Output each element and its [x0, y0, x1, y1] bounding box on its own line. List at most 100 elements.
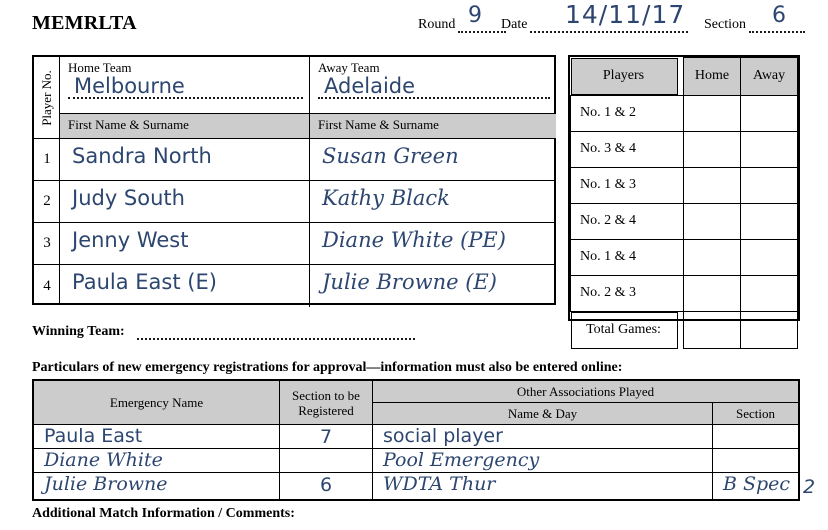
home-column-header: Home	[682, 57, 742, 96]
home-player-name[interactable]: Paula East (E)	[72, 270, 217, 294]
table-row: No. 1 & 3	[570, 166, 798, 204]
player-number-column: Player No. 1 2 3 4	[34, 57, 60, 303]
home-player-name[interactable]: Jenny West	[72, 228, 188, 252]
away-score-cell[interactable]	[740, 202, 798, 240]
player-no-label-text: Player No.	[39, 69, 55, 126]
away-score-cell[interactable]	[740, 130, 798, 168]
name-and-day-value[interactable]: WDTA Thur	[383, 473, 495, 495]
player-number-cell: 4	[43, 277, 51, 294]
table-row: No. 2 & 3	[570, 274, 798, 312]
other-associations-column-header: Other Associations Played	[373, 381, 798, 403]
away-score-cell[interactable]	[740, 94, 798, 132]
table-row: No. 1 & 2	[570, 94, 798, 132]
section-reg-value[interactable]: 6	[280, 474, 372, 496]
away-player-name[interactable]: Susan Green	[322, 144, 459, 168]
table-row: No. 1 & 4	[570, 238, 798, 276]
name-and-day-column-header: Name & Day	[373, 403, 713, 425]
away-player-name[interactable]: Julie Browne (E)	[322, 270, 497, 294]
pair-label: No. 1 & 3	[570, 166, 684, 204]
home-score-cell[interactable]	[682, 202, 742, 240]
section-to-be-registered-column-header: Section to be Registered	[280, 381, 373, 425]
player-no-vertical-label: Player No.	[34, 57, 60, 139]
match-result-form: MEMRLTA Round 9 Date 14/11/17 Section 6 …	[0, 0, 828, 530]
section-reg-cell: 6	[280, 473, 373, 499]
player-number-cell: 1	[34, 139, 60, 181]
player-number-cell: 3	[34, 223, 60, 265]
section-label: Section	[704, 17, 746, 32]
section-reg-header-line2: Registered	[298, 402, 354, 418]
form-header: MEMRLTA Round 9 Date 14/11/17 Section 6	[0, 0, 828, 46]
team-lineup-table: Player No. 1 2 3 4 Home Team Melbourne F…	[32, 55, 556, 307]
winning-team-dotted-line[interactable]	[136, 327, 415, 340]
other-section-cell	[713, 449, 798, 473]
home-score-cell[interactable]	[682, 166, 742, 204]
away-score-cell[interactable]	[740, 238, 798, 276]
section-column-header: Section	[713, 403, 798, 425]
home-total-cell[interactable]	[682, 310, 742, 349]
emergency-name-value[interactable]: Diane White	[44, 449, 163, 471]
overflow-section-value[interactable]: 2	[803, 476, 815, 498]
away-player-cell: Kathy Black	[310, 181, 556, 223]
home-score-cell[interactable]	[682, 274, 742, 312]
pair-label: No. 2 & 3	[570, 274, 684, 312]
name-and-day-value[interactable]: Pool Emergency	[383, 449, 539, 471]
emergency-registration-table: Emergency Name Section to be Registered …	[32, 379, 800, 501]
emergency-name-cell: Paula East	[34, 425, 280, 449]
games-score-table: Players Home Away No. 1 & 2 No. 3 & 4 No…	[568, 55, 800, 349]
page-title: MEMRLTA	[32, 12, 137, 34]
round-label: Round	[418, 17, 456, 32]
winning-team-label: Winning Team:	[32, 324, 125, 339]
away-name-column-header: First Name & Surname	[310, 114, 556, 139]
date-field: Date	[501, 17, 689, 33]
additional-info-label: Additional Match Information / Comments:	[32, 506, 295, 521]
away-team-value[interactable]: Adelaide	[324, 74, 415, 98]
round-dotted-line	[458, 18, 507, 33]
home-name-column-header: First Name & Surname	[60, 114, 310, 139]
home-team-value[interactable]: Melbourne	[74, 74, 185, 98]
total-games-label: Total Games:	[570, 311, 678, 349]
away-player-name[interactable]: Kathy Black	[322, 186, 450, 210]
emergency-name-cell: Diane White	[34, 449, 280, 473]
other-section-value[interactable]: B Spec	[723, 473, 790, 495]
away-score-cell[interactable]	[740, 274, 798, 312]
emergency-name-cell: Julie Browne	[34, 473, 280, 499]
table-header-row: Players Home Away	[570, 57, 798, 96]
players-column-header: Players	[570, 57, 678, 95]
emergency-name-column-header: Emergency Name	[34, 381, 280, 425]
pair-label: No. 1 & 4	[570, 238, 684, 276]
away-player-cell: Diane White (PE)	[310, 223, 556, 265]
emergency-name-value[interactable]: Paula East	[44, 425, 142, 447]
name-and-day-cell: social player	[373, 425, 713, 449]
pair-label: No. 1 & 2	[570, 94, 684, 132]
name-and-day-cell: WDTA Thur	[373, 473, 713, 499]
home-player-cell: Jenny West	[60, 223, 310, 265]
other-section-cell	[713, 425, 798, 449]
away-team-header: Away Team Adelaide	[310, 57, 556, 114]
home-score-cell[interactable]	[682, 130, 742, 168]
away-total-cell[interactable]	[740, 310, 798, 349]
away-player-cell: Susan Green	[310, 139, 556, 181]
home-team-header: Home Team Melbourne	[60, 57, 310, 114]
away-score-cell[interactable]	[740, 166, 798, 204]
other-section-cell: B Spec	[713, 473, 798, 499]
section-reg-cell: 7	[280, 425, 373, 449]
date-label: Date	[501, 17, 528, 32]
home-player-cell: Paula East (E)	[60, 265, 310, 307]
table-row: Total Games:	[570, 310, 798, 349]
particulars-heading: Particulars of new emergency registratio…	[32, 360, 623, 375]
name-and-day-value[interactable]: social player	[383, 425, 503, 447]
emergency-name-value[interactable]: Julie Browne	[44, 473, 168, 495]
home-score-cell[interactable]	[682, 238, 742, 276]
table-row: No. 3 & 4	[570, 130, 798, 168]
home-score-cell[interactable]	[682, 94, 742, 132]
home-player-name[interactable]: Sandra North	[72, 144, 212, 168]
away-column-header: Away	[740, 57, 798, 96]
home-player-name[interactable]: Judy South	[72, 186, 185, 210]
table-row: No. 2 & 4	[570, 202, 798, 240]
home-player-cell: Sandra North	[60, 139, 310, 181]
home-player-cell: Judy South	[60, 181, 310, 223]
section-reg-value[interactable]: 7	[280, 426, 372, 448]
pair-label: No. 2 & 4	[570, 202, 684, 240]
pair-label: No. 3 & 4	[570, 130, 684, 168]
away-player-name[interactable]: Diane White (PE)	[322, 228, 506, 252]
